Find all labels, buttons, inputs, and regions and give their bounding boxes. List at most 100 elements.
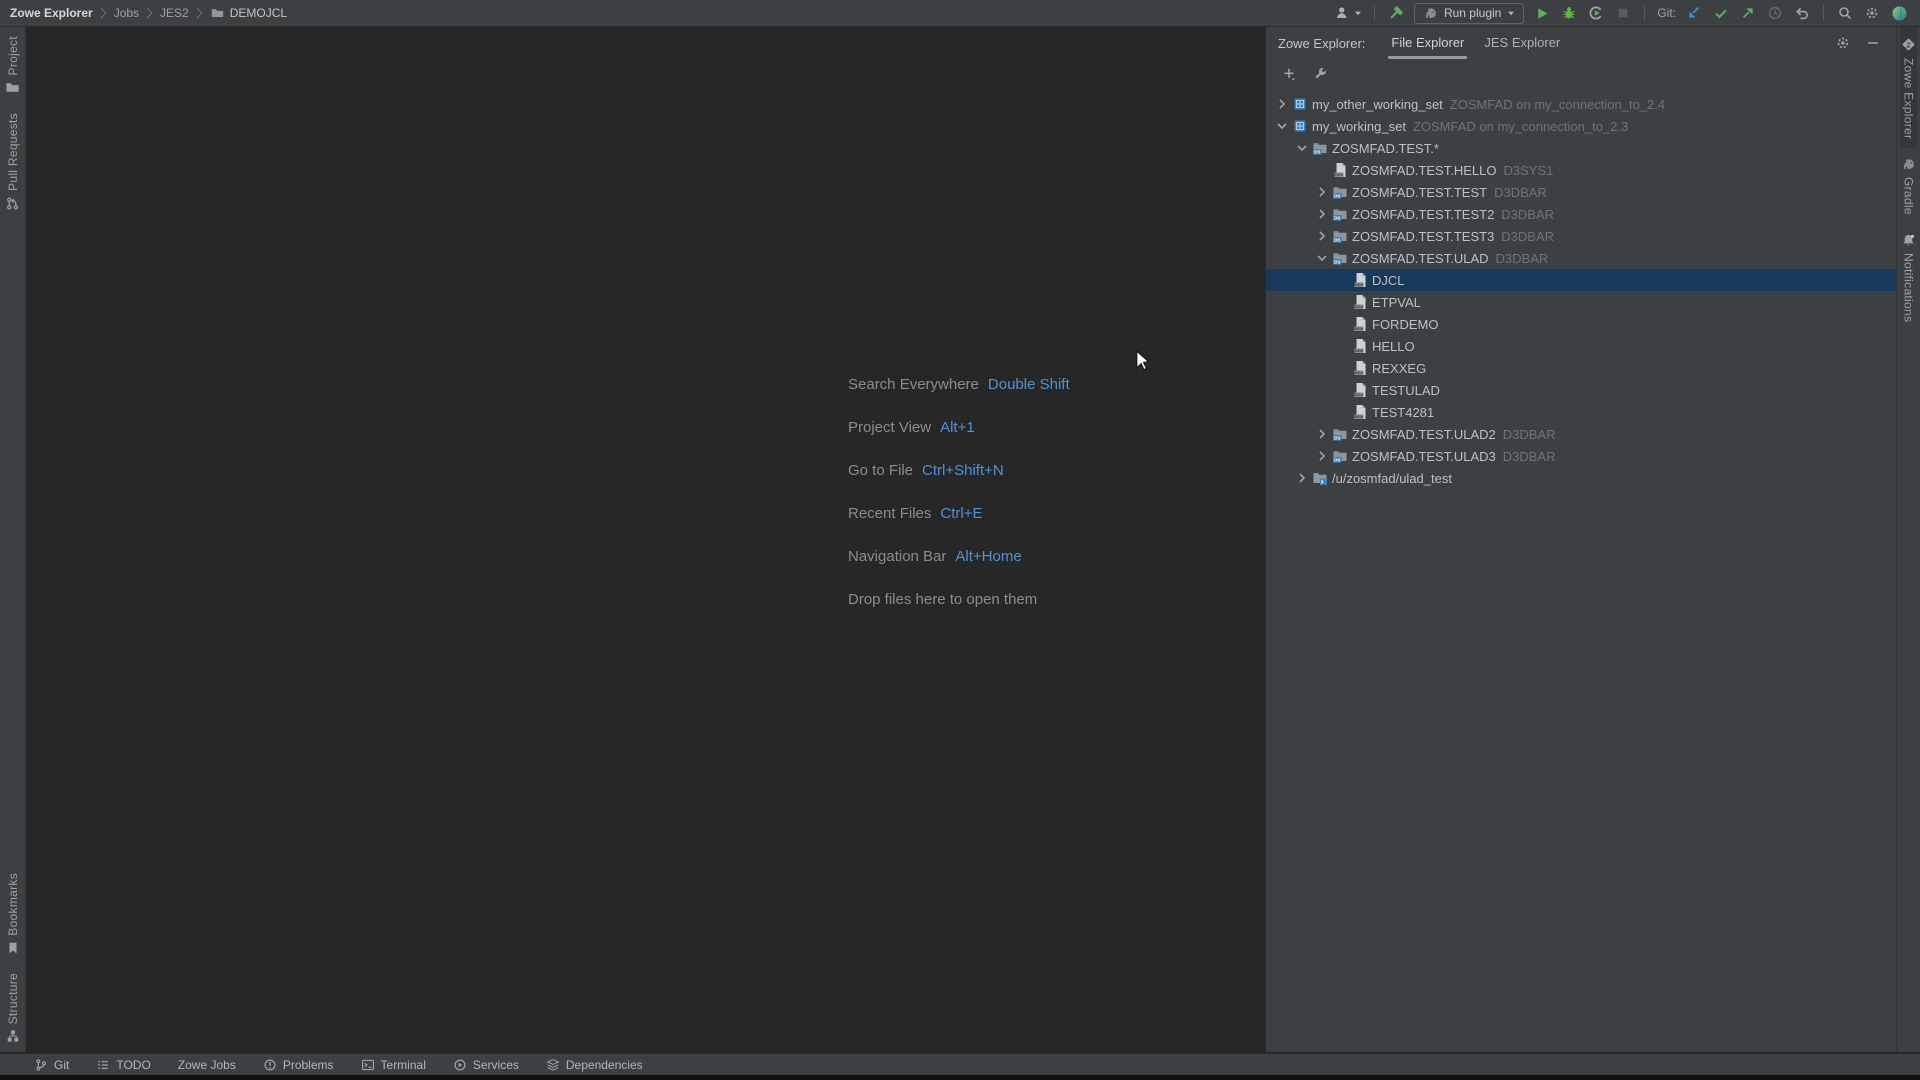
tree-row[interactable]: MEMTEST4281 [1266, 401, 1896, 423]
shortcut-hint-keys: Ctrl+E [940, 505, 982, 522]
tree-row[interactable]: /u/zosmfad/ulad_test [1266, 467, 1896, 489]
editor-empty-area[interactable]: Search EverywhereDouble ShiftProject Vie… [27, 27, 1265, 1052]
panel-toolbar [1266, 59, 1896, 88]
tool-stripe-button-bookmarks[interactable]: Bookmarks [6, 864, 20, 964]
dataset-folder-icon: DS [1332, 228, 1348, 244]
right-tool-stripe: ZZowe ExplorerGradleNotifications [1896, 27, 1920, 1052]
tree-item-label: ZOSMFAD.TEST.HELLO [1352, 163, 1496, 178]
tree-row[interactable]: MEMZOSMFAD.TEST.HELLOD3SYS1 [1266, 159, 1896, 181]
working-set-icon [1292, 96, 1308, 112]
panel-header: Zowe Explorer: File ExplorerJES Explorer [1266, 27, 1896, 59]
breadcrumb-item[interactable]: Jobs [114, 6, 139, 20]
tab-file-explorer[interactable]: File Explorer [1381, 27, 1474, 59]
tree-row[interactable]: my_working_setZOSMFAD on my_connection_t… [1266, 115, 1896, 137]
chevron-right-icon[interactable] [1274, 96, 1290, 112]
tree-row[interactable]: DSZOSMFAD.TEST.ULADD3DBAR [1266, 247, 1896, 269]
tree-row[interactable]: DSZOSMFAD.TEST.TESTD3DBAR [1266, 181, 1896, 203]
breadcrumb-item[interactable]: DEMOJCL [230, 6, 287, 20]
user-menu-button[interactable] [1334, 4, 1362, 22]
tree-item-label: REXXEG [1372, 361, 1426, 376]
tree-row[interactable]: DSZOSMFAD.TEST.ULAD2D3DBAR [1266, 423, 1896, 445]
tree-row[interactable]: MEMREXXEG [1266, 357, 1896, 379]
add-button[interactable] [1280, 65, 1298, 83]
panel-minimize-button[interactable] [1864, 34, 1882, 52]
shortcut-hint-keys: Double Shift [988, 376, 1070, 393]
tool-stripe-button-project[interactable]: Project [5, 27, 20, 104]
tree-row[interactable]: DSZOSMFAD.TEST.TEST3D3DBAR [1266, 225, 1896, 247]
build-hammer-icon[interactable] [1387, 4, 1405, 22]
run-button[interactable] [1533, 4, 1551, 22]
rollback-button[interactable] [1793, 4, 1811, 22]
toolwindow-button-label: TODO [116, 1058, 150, 1072]
chevron-right-icon[interactable] [1314, 228, 1330, 244]
tree-row[interactable]: DSZOSMFAD.TEST.* [1266, 137, 1896, 159]
tree-row[interactable]: MEMFORDEMO [1266, 313, 1896, 335]
tree-row[interactable]: MEMHELLO [1266, 335, 1896, 357]
toolwindow-button-label: Git [54, 1058, 69, 1072]
svg-text:MEM: MEM [1355, 283, 1363, 287]
tab-jes-explorer[interactable]: JES Explorer [1474, 27, 1570, 59]
tool-stripe-button-zowe-explorer[interactable]: ZZowe Explorer [1900, 27, 1917, 148]
chevron-right-icon[interactable] [1314, 426, 1330, 442]
wrench-settings-button[interactable] [1311, 65, 1329, 83]
chevron-down-icon[interactable] [1294, 140, 1310, 156]
settings-gear-button[interactable] [1863, 4, 1881, 22]
toolwindow-button-git[interactable]: Git [34, 1058, 69, 1072]
tree-row[interactable]: MEMDJCL [1266, 269, 1896, 291]
profiler-button[interactable] [1587, 4, 1605, 22]
user-icon [1334, 4, 1352, 22]
member-file-icon: MEM [1352, 272, 1368, 288]
problems-icon [263, 1058, 277, 1072]
gradle-icon [1423, 6, 1438, 21]
member-file-icon: MEM [1352, 316, 1368, 332]
toolbar-separator [1644, 5, 1645, 21]
profile-orb-icon[interactable] [1890, 4, 1908, 22]
svg-text:MEM: MEM [1355, 393, 1363, 397]
tree-item-suffix: D3SYS1 [1503, 163, 1553, 178]
tool-stripe-button-pull-requests[interactable]: Pull Requests [5, 104, 20, 220]
bookmark-icon [6, 941, 20, 955]
chevron-spacer [1334, 382, 1350, 398]
stripe-button-label: Structure [6, 973, 20, 1024]
chevron-spacer [1334, 316, 1350, 332]
toolwindow-button-todo[interactable]: TODO [96, 1058, 150, 1072]
member-file-icon: MEM [1352, 404, 1368, 420]
tree-item-label: ZOSMFAD.TEST.ULAD2 [1352, 427, 1496, 442]
breadcrumb-chevron-icon [196, 7, 203, 19]
debug-button[interactable] [1560, 4, 1578, 22]
toolwindow-button-terminal[interactable]: Terminal [361, 1058, 426, 1072]
tree-row[interactable]: MEMETPVAL [1266, 291, 1896, 313]
tool-stripe-button-structure[interactable]: Structure [6, 964, 20, 1052]
shortcut-hint-keys: Alt+1 [940, 419, 975, 436]
zowe-diamond-icon: Z [1900, 36, 1917, 53]
tree-row[interactable]: DSZOSMFAD.TEST.ULAD3D3DBAR [1266, 445, 1896, 467]
git-push-button[interactable] [1739, 4, 1757, 22]
tree-row[interactable]: DSZOSMFAD.TEST.TEST2D3DBAR [1266, 203, 1896, 225]
breadcrumb-item[interactable]: JES2 [160, 6, 189, 20]
run-configuration-select[interactable]: Run plugin [1414, 3, 1524, 24]
chevron-right-icon[interactable] [1314, 448, 1330, 464]
left-tool-stripe: ProjectPull Requests Bookmarks Structure [0, 27, 26, 1052]
shortcut-hint-label: Project View [848, 419, 931, 436]
tree-row[interactable]: MEMTESTULAD [1266, 379, 1896, 401]
panel-gear-button[interactable] [1834, 34, 1852, 52]
tree-item-label: ZOSMFAD.TEST.TEST [1352, 185, 1487, 200]
chevron-down-icon[interactable] [1314, 250, 1330, 266]
project-folder-icon [5, 80, 20, 95]
git-update-button[interactable] [1685, 4, 1703, 22]
chevron-right-icon[interactable] [1314, 184, 1330, 200]
git-commit-button[interactable] [1712, 4, 1730, 22]
svg-text:MEM: MEM [1355, 305, 1363, 309]
toolwindow-button-services[interactable]: Services [453, 1058, 519, 1072]
toolwindow-button-problems[interactable]: Problems [263, 1058, 334, 1072]
breadcrumb-item[interactable]: Zowe Explorer [10, 6, 93, 20]
search-everywhere-button[interactable] [1836, 4, 1854, 22]
chevron-right-icon[interactable] [1314, 206, 1330, 222]
chevron-right-icon[interactable] [1294, 470, 1310, 486]
toolwindow-button-zowe-jobs[interactable]: Zowe Jobs [178, 1058, 236, 1072]
toolwindow-button-dependencies[interactable]: Dependencies [546, 1058, 643, 1072]
tool-stripe-button-notifications[interactable]: Notifications [1901, 224, 1916, 331]
tool-stripe-button-gradle[interactable]: Gradle [1901, 148, 1916, 224]
chevron-down-icon[interactable] [1274, 118, 1290, 134]
tree-row[interactable]: my_other_working_setZOSMFAD on my_connec… [1266, 93, 1896, 115]
